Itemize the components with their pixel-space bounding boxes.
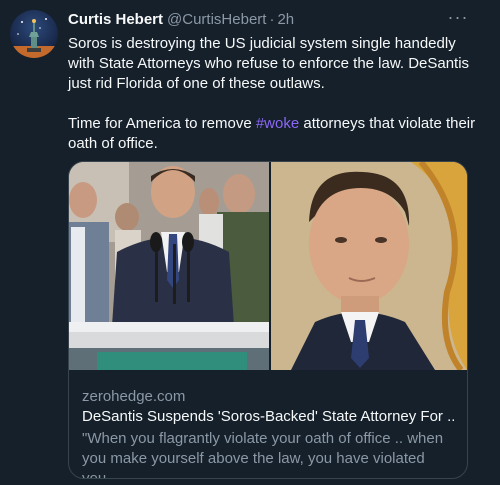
tweet[interactable]: Curtis Hebert @CurtisHebert · 2h ··· Soros … (0, 0, 500, 485)
portrait-illustration (271, 162, 467, 370)
card-image-area[interactable] (69, 162, 467, 370)
card-description: "When you flagrantly violate your oath o… (82, 430, 444, 479)
press-conference-image (69, 162, 269, 370)
statue-of-liberty-avatar-icon (10, 18, 58, 58)
tweet-paragraph-1: Soros is destroying the US judicial syst… (68, 35, 470, 92)
header-separator: · (269, 11, 275, 28)
press-conference-illustration (69, 162, 269, 370)
more-options-icon[interactable]: ··· (446, 8, 470, 30)
card-domain: zerohedge.com (82, 388, 186, 405)
tweet-header: Curtis Hebert @CurtisHebert · 2h (68, 10, 294, 30)
tweet-text: Soros is destroying the US judicial syst… (68, 34, 478, 154)
hashtag-link[interactable]: #woke (256, 115, 299, 132)
link-preview-card[interactable]: zerohedge.com DeSantis Suspends 'Soros-B… (68, 161, 468, 479)
tweet-paragraph-2: Time for America to remove #woke attorne… (68, 114, 478, 154)
author-name[interactable]: Curtis Hebert (68, 11, 163, 28)
avatar[interactable] (10, 10, 58, 58)
author-handle[interactable]: @CurtisHebert (167, 11, 266, 28)
tweet-timestamp[interactable]: 2h (277, 11, 294, 28)
tweet-text-segment: Time for America to remove (68, 115, 256, 132)
portrait-image (271, 162, 467, 370)
card-title[interactable]: DeSantis Suspends 'Soros-Backed' State A… (82, 407, 454, 427)
